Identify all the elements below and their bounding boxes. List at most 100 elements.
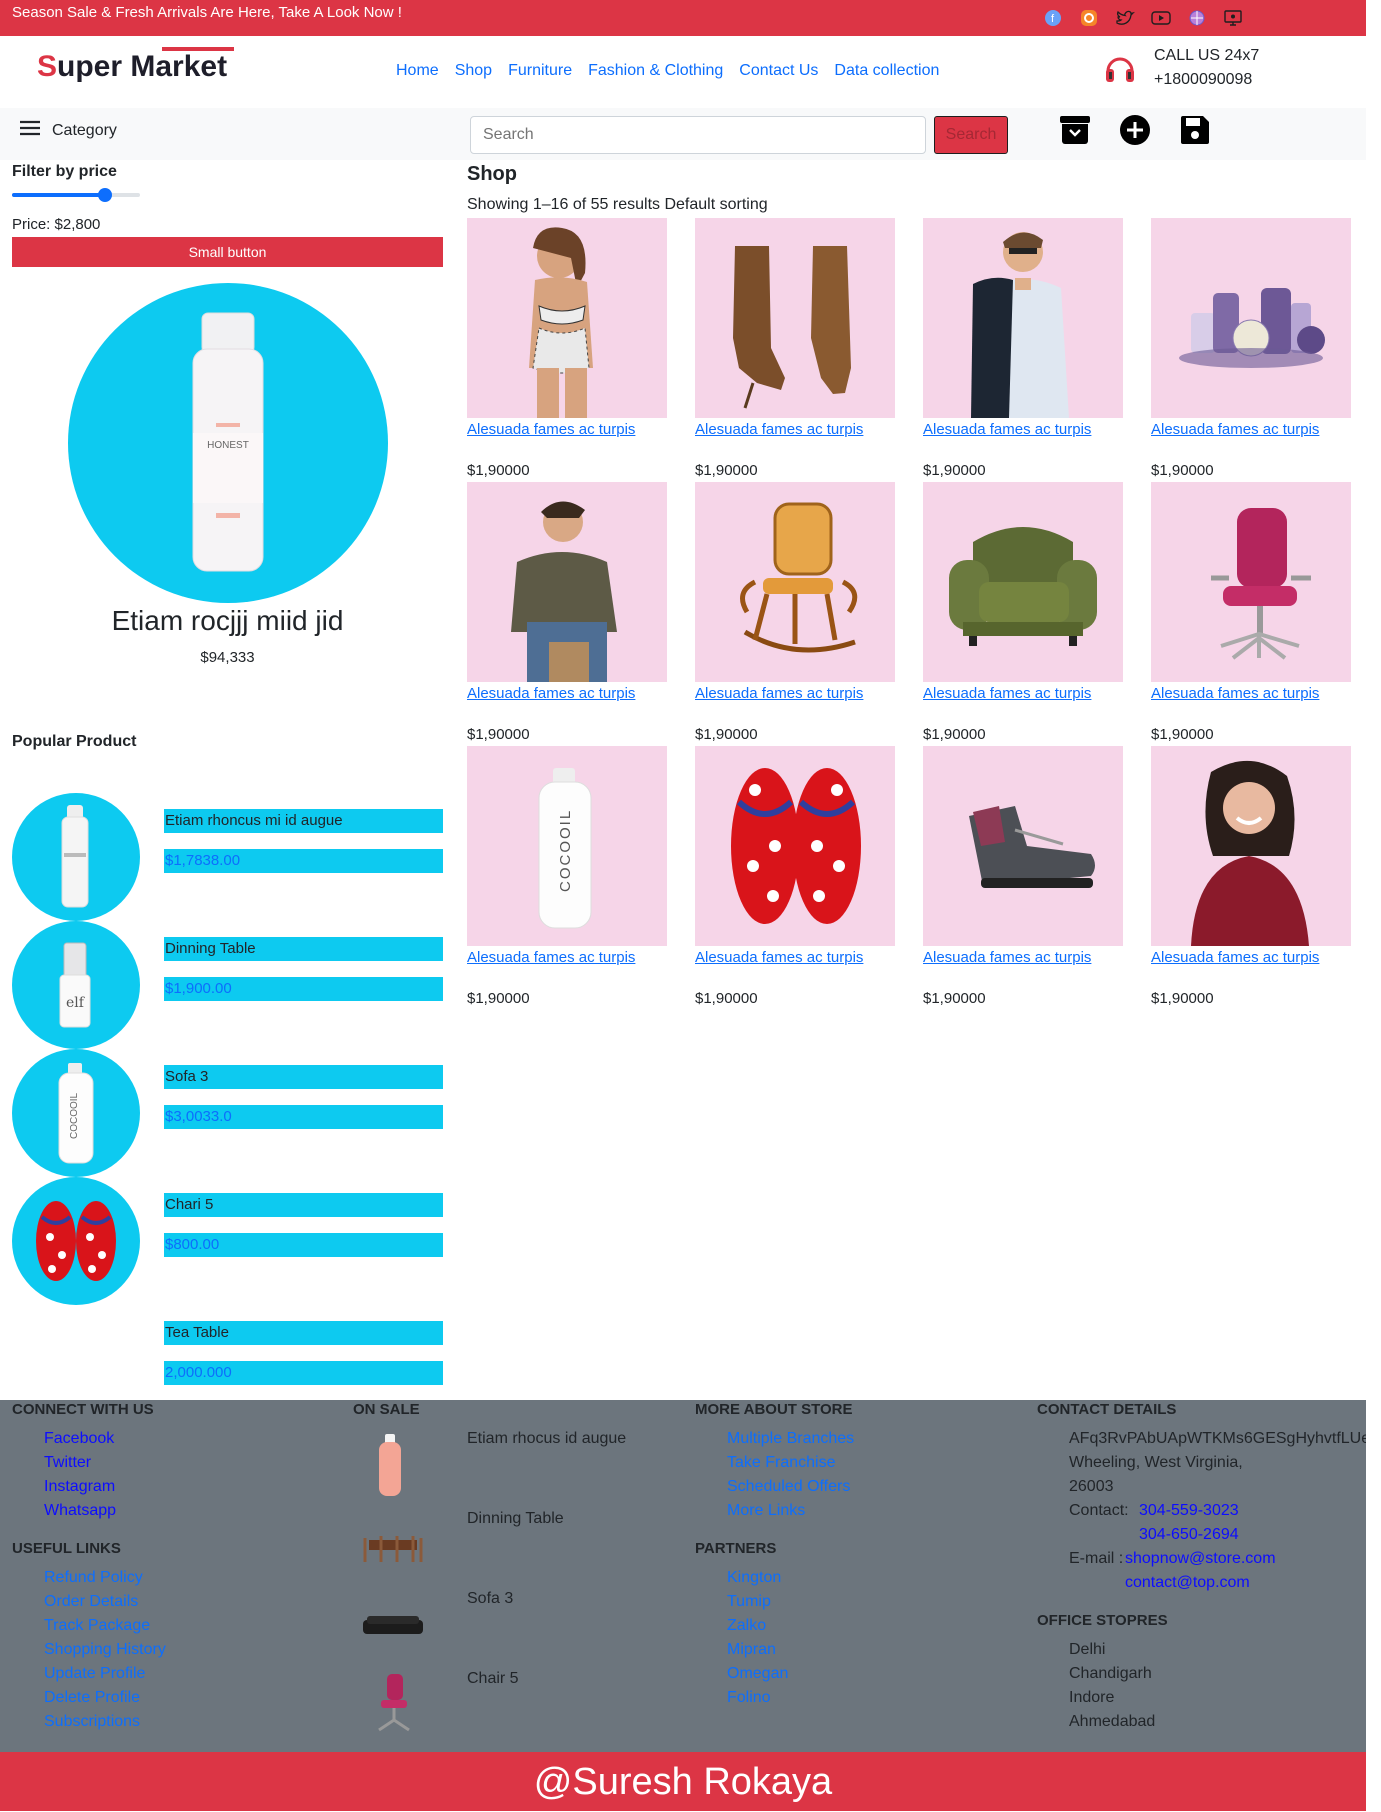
product-image[interactable]: [695, 482, 895, 682]
product-name-link[interactable]: Alesuada fames ac turpis: [695, 685, 863, 702]
product-name-link[interactable]: Alesuada fames ac turpis: [467, 685, 635, 702]
slider-knob[interactable]: [97, 188, 112, 202]
product-image[interactable]: [695, 746, 895, 946]
footer-link[interactable]: Kington: [727, 1569, 781, 1587]
footer-link[interactable]: Order Details: [44, 1593, 138, 1611]
sale-item-name[interactable]: Etiam rhocus id augue: [467, 1430, 626, 1448]
footer-link-facebook[interactable]: Facebook: [44, 1430, 114, 1448]
footer-link[interactable]: Tumip: [727, 1593, 771, 1611]
product-name-link[interactable]: Alesuada fames ac turpis: [923, 685, 1091, 702]
footer-link[interactable]: Update Profile: [44, 1665, 145, 1683]
product-image[interactable]: [923, 218, 1123, 418]
product-card[interactable]: Alesuada fames ac turpis $1,90000: [1151, 482, 1351, 746]
popular-item-image[interactable]: elf: [12, 921, 140, 1049]
youtube-icon[interactable]: [1151, 8, 1171, 28]
sale-item-image[interactable]: [373, 1674, 413, 1739]
product-image[interactable]: [695, 218, 895, 418]
email-link[interactable]: contact@top.com: [1125, 1574, 1250, 1592]
footer-link[interactable]: Delete Profile: [44, 1689, 140, 1707]
product-name-link[interactable]: Alesuada fames ac turpis: [695, 949, 863, 966]
popular-item[interactable]: elf Dinning Table $1,900.00: [12, 921, 443, 1049]
product-card[interactable]: Alesuada fames ac turpis $1,90000: [467, 482, 667, 746]
footer-link[interactable]: Subscriptions: [44, 1713, 140, 1731]
product-name-link[interactable]: Alesuada fames ac turpis: [923, 949, 1091, 966]
popular-item-image[interactable]: [12, 793, 140, 921]
product-card[interactable]: Alesuada fames ac turpis $1,90000: [695, 218, 895, 482]
product-card[interactable]: Alesuada fames ac turpis $1,90000: [923, 746, 1123, 1010]
nav-data-collection[interactable]: Data collection: [834, 62, 939, 80]
nav-fashion-clothing[interactable]: Fashion & Clothing: [588, 62, 723, 80]
web-icon[interactable]: [1187, 8, 1207, 28]
footer-link[interactable]: Multiple Branches: [727, 1430, 854, 1448]
product-card[interactable]: Alesuada fames ac turpis $1,90000: [695, 482, 895, 746]
footer-link[interactable]: Mipran: [727, 1641, 776, 1659]
product-name-link[interactable]: Alesuada fames ac turpis: [467, 421, 635, 438]
popular-item-image[interactable]: COCOOIL: [12, 1049, 140, 1177]
product-card[interactable]: Alesuada fames ac turpis $1,90000: [1151, 218, 1351, 482]
footer-link[interactable]: Shopping History: [44, 1641, 166, 1659]
popular-item-price[interactable]: $1,7838.00: [164, 849, 443, 873]
sale-item-name[interactable]: Sofa 3: [467, 1590, 513, 1608]
footer-link[interactable]: Track Package: [44, 1617, 150, 1635]
nav-home[interactable]: Home: [396, 62, 439, 80]
footer-link[interactable]: Scheduled Offers: [727, 1478, 850, 1496]
popular-item-price[interactable]: $3,0033.0: [164, 1105, 443, 1129]
product-card[interactable]: Alesuada fames ac turpis $1,90000: [1151, 746, 1351, 1010]
sale-item-name[interactable]: Dinning Table: [467, 1510, 564, 1528]
price-slider[interactable]: [12, 188, 142, 202]
product-card[interactable]: Alesuada fames ac turpis $1,90000: [923, 218, 1123, 482]
popular-item-price[interactable]: $1,900.00: [164, 977, 443, 1001]
footer-link-twitter[interactable]: Twitter: [44, 1454, 91, 1472]
nav-shop[interactable]: Shop: [455, 62, 492, 80]
featured-product-image[interactable]: HONEST: [68, 283, 388, 603]
sale-item-image[interactable]: [361, 1530, 425, 1571]
product-name-link[interactable]: Alesuada fames ac turpis: [1151, 685, 1319, 702]
featured-product-name[interactable]: Etiam rocjjj miid jid: [12, 605, 443, 637]
site-logo[interactable]: Super Market: [37, 47, 234, 84]
popular-item[interactable]: COCOOIL Sofa 3 $3,0033.0: [12, 1049, 443, 1177]
product-image[interactable]: COCOOIL: [467, 746, 667, 946]
footer-link[interactable]: More Links: [727, 1502, 805, 1520]
product-card[interactable]: Alesuada fames ac turpis $1,90000: [695, 746, 895, 1010]
monitor-icon[interactable]: [1223, 8, 1243, 28]
product-name-link[interactable]: Alesuada fames ac turpis: [923, 421, 1091, 438]
sale-item-image[interactable]: [361, 1614, 425, 1643]
instagram-icon[interactable]: [1079, 8, 1099, 28]
phone-link[interactable]: 304-650-2694: [1139, 1526, 1239, 1544]
category-menu[interactable]: Category: [20, 120, 117, 141]
popular-item-image[interactable]: [12, 1177, 140, 1305]
footer-link[interactable]: Folino: [727, 1689, 771, 1707]
footer-link[interactable]: Refund Policy: [44, 1569, 143, 1587]
popular-item-price[interactable]: 2,000.000: [164, 1361, 443, 1385]
product-image[interactable]: [1151, 482, 1351, 682]
product-name-link[interactable]: Alesuada fames ac turpis: [695, 421, 863, 438]
product-card[interactable]: Alesuada fames ac turpis $1,90000: [923, 482, 1123, 746]
archive-download-icon[interactable]: [1059, 114, 1091, 146]
nav-furniture[interactable]: Furniture: [508, 62, 572, 80]
email-link[interactable]: shopnow@store.com: [1125, 1550, 1276, 1568]
footer-link[interactable]: Take Franchise: [727, 1454, 836, 1472]
sale-item-name[interactable]: Chair 5: [467, 1670, 519, 1688]
twitter-icon[interactable]: [1115, 8, 1135, 28]
footer-link[interactable]: Omegan: [727, 1665, 788, 1683]
product-card[interactable]: COCOOIL Alesuada fames ac turpis $1,9000…: [467, 746, 667, 1010]
popular-item[interactable]: Chari 5 $800.00: [12, 1177, 443, 1305]
hamburger-menu-icon[interactable]: [20, 120, 40, 141]
product-image[interactable]: [1151, 746, 1351, 946]
sale-item-image[interactable]: [375, 1434, 405, 1503]
footer-link[interactable]: Zalko: [727, 1617, 766, 1635]
footer-link-instagram[interactable]: Instagram: [44, 1478, 115, 1496]
product-name-link[interactable]: Alesuada fames ac turpis: [467, 949, 635, 966]
facebook-icon[interactable]: f: [1043, 8, 1063, 28]
product-image[interactable]: [467, 482, 667, 682]
call-number[interactable]: +1800090098: [1154, 71, 1252, 89]
product-image[interactable]: [923, 746, 1123, 946]
phone-link[interactable]: 304-559-3023: [1139, 1502, 1239, 1520]
small-button[interactable]: Small button: [12, 237, 443, 267]
product-image[interactable]: [467, 218, 667, 418]
popular-item-price[interactable]: $800.00: [164, 1233, 443, 1257]
nav-contact-us[interactable]: Contact Us: [739, 62, 818, 80]
product-card[interactable]: Alesuada fames ac turpis $1,90000: [467, 218, 667, 482]
product-name-link[interactable]: Alesuada fames ac turpis: [1151, 421, 1319, 438]
footer-link-whatsapp[interactable]: Whatsapp: [44, 1502, 116, 1520]
